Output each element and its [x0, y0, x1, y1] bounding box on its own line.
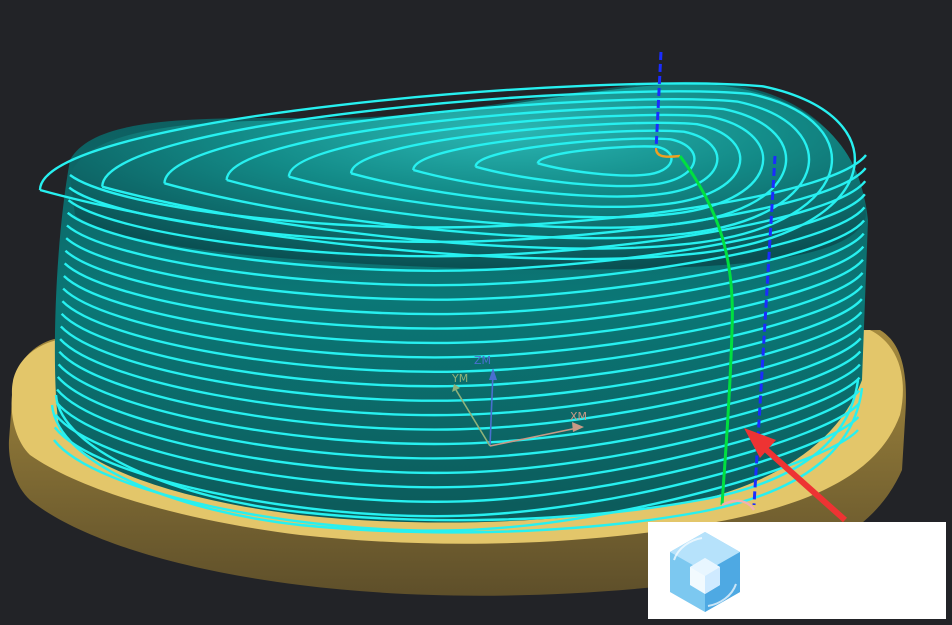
watermark-panel — [648, 522, 946, 619]
graphics-viewport[interactable]: ZM YM XM — [0, 0, 952, 625]
x-axis-label: XM — [570, 410, 587, 423]
z-axis-label: ZM — [474, 354, 491, 367]
y-axis-label: YM — [451, 372, 468, 385]
cube-logo-icon — [670, 532, 740, 612]
